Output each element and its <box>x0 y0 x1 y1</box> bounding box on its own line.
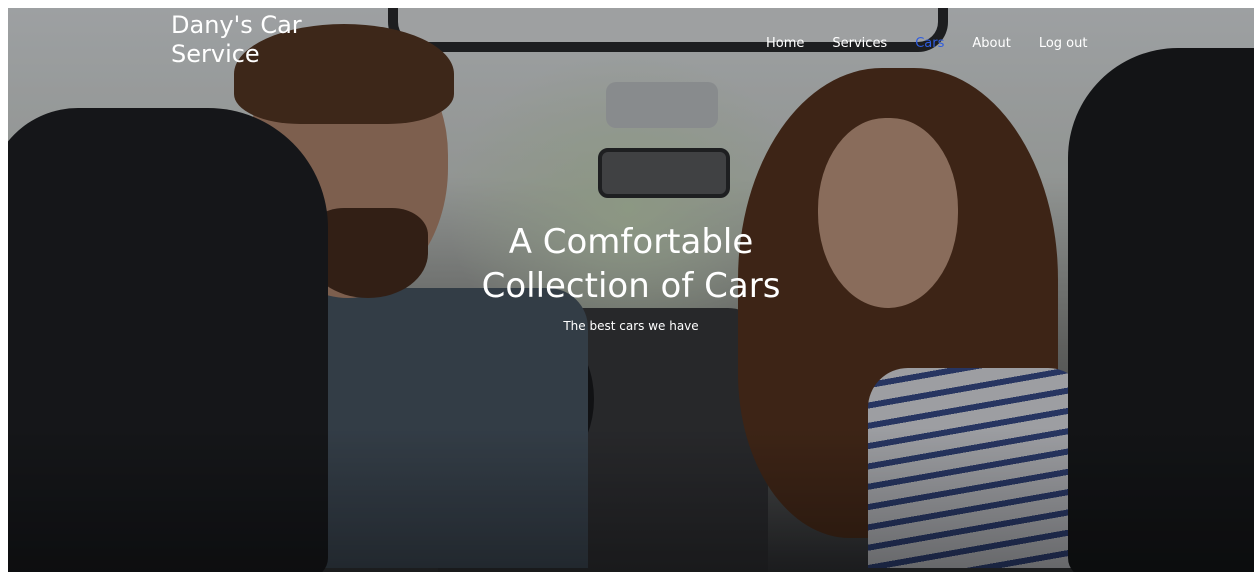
nav-services[interactable]: Services <box>832 36 887 51</box>
page: Dany's Car Service Home Services Cars Ab… <box>0 0 1254 574</box>
hero-title: A Comfortable Collection of Cars <box>8 220 1254 308</box>
brand-line-2: Service <box>171 40 260 68</box>
hero-section: Dany's Car Service Home Services Cars Ab… <box>8 8 1254 572</box>
brand-logo[interactable]: Dany's Car Service <box>171 11 351 69</box>
nav-logout[interactable]: Log out <box>1039 36 1088 51</box>
hero-subtitle: The best cars we have <box>563 319 699 333</box>
nav-home[interactable]: Home <box>766 36 804 51</box>
hero-title-line-2: Collection of Cars <box>481 266 781 306</box>
main-nav: Home Services Cars About Log out <box>766 36 1087 51</box>
nav-cars[interactable]: Cars <box>915 36 944 51</box>
hero-headline: A Comfortable Collection of Cars The bes… <box>8 220 1254 334</box>
brand-line-1: Dany's Car <box>171 11 302 39</box>
hero-title-line-1: A Comfortable <box>508 222 754 262</box>
nav-about[interactable]: About <box>972 36 1010 51</box>
